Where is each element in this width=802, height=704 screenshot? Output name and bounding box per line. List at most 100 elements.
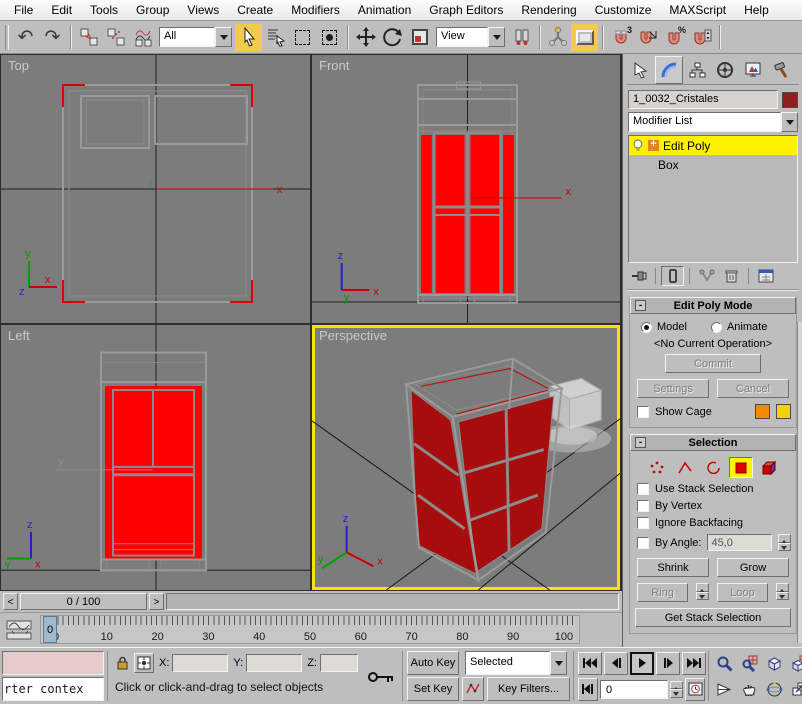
select-by-name-button[interactable] — [262, 24, 289, 51]
key-filter-set-arrow-icon[interactable] — [550, 651, 567, 675]
select-and-move-button[interactable] — [352, 24, 379, 51]
listener-macro-pane[interactable] — [2, 651, 104, 675]
angle-snap-button[interactable] — [634, 24, 661, 51]
menu-customize[interactable]: Customize — [586, 0, 661, 20]
select-and-scale-button[interactable] — [406, 24, 433, 51]
arc-rotate-button[interactable] — [762, 677, 786, 702]
settings-button[interactable]: Settings — [637, 379, 709, 398]
select-object-button[interactable] — [235, 24, 262, 51]
menu-tools[interactable]: Tools — [81, 0, 127, 20]
default-in-out-tangents-button[interactable] — [462, 677, 484, 701]
unlink-selection-button[interactable] — [102, 24, 129, 51]
modifier-list-dropdown[interactable]: Modifier List — [628, 112, 798, 132]
element-subobject-button[interactable] — [757, 457, 781, 478]
stack-item-edit-poly[interactable]: + Edit Poly — [629, 136, 797, 155]
select-and-link-button[interactable] — [75, 24, 102, 51]
zoom-extents-button[interactable] — [762, 651, 786, 676]
tab-motion[interactable] — [711, 56, 739, 84]
viewport-front[interactable]: Front — [312, 55, 620, 323]
maxscript-mini-listener[interactable]: rter contex — [2, 651, 104, 701]
by-angle-checkbox[interactable] — [637, 537, 649, 549]
key-filter-set-dropdown[interactable]: Selected — [465, 651, 567, 675]
bind-to-space-warp-button[interactable] — [129, 24, 156, 51]
y-coordinate-field[interactable] — [246, 654, 302, 672]
animate-radio[interactable] — [711, 322, 722, 333]
pin-stack-button[interactable] — [627, 266, 650, 286]
next-frame-button[interactable] — [656, 652, 680, 675]
field-of-view-button[interactable] — [712, 677, 736, 702]
use-stack-selection-checkbox[interactable] — [637, 483, 649, 495]
selection-filter-arrow-icon[interactable] — [215, 27, 232, 47]
menu-animation[interactable]: Animation — [349, 0, 420, 20]
select-and-manipulate-button[interactable] — [544, 24, 571, 51]
modifier-stack[interactable]: + Edit Poly Box — [628, 135, 798, 263]
time-slider-thumb[interactable]: 0 / 100 — [20, 593, 147, 610]
menu-edit[interactable]: Edit — [42, 0, 81, 20]
ring-button[interactable]: Ring — [637, 583, 688, 602]
percent-snap-button[interactable]: % — [661, 24, 688, 51]
ring-spinner[interactable] — [696, 583, 709, 600]
expand-subobjects-icon[interactable]: + — [648, 140, 659, 151]
zoom-all-button[interactable] — [737, 651, 761, 676]
time-configuration-button[interactable] — [685, 678, 705, 701]
menu-modifiers[interactable]: Modifiers — [282, 0, 349, 20]
key-mode-toggle-button[interactable] — [578, 678, 598, 701]
set-key-button[interactable]: Set Key — [407, 677, 459, 701]
time-slider-track[interactable] — [166, 593, 619, 610]
configure-modifier-sets-button[interactable] — [754, 266, 777, 286]
get-stack-selection-button[interactable]: Get Stack Selection — [635, 608, 791, 627]
make-unique-button[interactable] — [695, 266, 718, 286]
auto-key-button[interactable]: Auto Key — [407, 651, 459, 675]
menu-views[interactable]: Views — [178, 0, 228, 20]
toolbar-handle[interactable] — [5, 25, 9, 50]
edge-subobject-button[interactable] — [673, 457, 697, 478]
current-frame-field[interactable]: 0 — [600, 680, 668, 699]
time-slider-prev-button[interactable]: < — [3, 593, 18, 610]
keyboard-entry-button[interactable] — [365, 665, 397, 689]
coord-system-arrow-icon[interactable] — [488, 27, 505, 47]
rectangular-selection-region-button[interactable] — [289, 24, 316, 51]
track-bar-current-frame-thumb[interactable]: 0 — [43, 616, 57, 643]
listener-output-pane[interactable]: rter contex — [2, 677, 104, 701]
object-name-field[interactable]: 1_0032_Cristales — [628, 90, 778, 109]
menu-rendering[interactable]: Rendering — [512, 0, 585, 20]
spinner-snap-button[interactable] — [688, 24, 715, 51]
menu-maxscript[interactable]: MAXScript — [660, 0, 735, 20]
show-end-result-button[interactable] — [661, 266, 684, 286]
polygon-subobject-button[interactable] — [729, 457, 753, 478]
pan-button[interactable] — [737, 677, 761, 702]
menu-graph-editors[interactable]: Graph Editors — [420, 0, 512, 20]
snap-toggle-button[interactable]: 3 — [607, 24, 634, 51]
border-subobject-button[interactable] — [701, 457, 725, 478]
play-button[interactable] — [630, 652, 654, 675]
previous-frame-button[interactable] — [604, 652, 628, 675]
z-coordinate-field[interactable] — [320, 654, 358, 672]
modifier-list-arrow-icon[interactable] — [781, 112, 798, 132]
loop-spinner[interactable] — [776, 583, 789, 600]
rollout-selection-header[interactable]: - Selection — [630, 434, 796, 451]
menu-file[interactable]: File — [5, 0, 42, 20]
menu-group[interactable]: Group — [127, 0, 178, 20]
cage-selected-color-swatch[interactable] — [776, 404, 791, 419]
tab-display[interactable] — [739, 56, 767, 84]
keyboard-override-toggle-button[interactable] — [571, 24, 598, 51]
by-vertex-checkbox[interactable] — [637, 500, 649, 512]
zoom-button[interactable] — [712, 651, 736, 676]
vertex-subobject-button[interactable] — [645, 457, 669, 478]
ignore-backfacing-checkbox[interactable] — [637, 517, 649, 529]
loop-button[interactable]: Loop — [717, 583, 768, 602]
x-coordinate-field[interactable] — [172, 654, 228, 672]
frame-spinner[interactable] — [670, 681, 683, 698]
min-max-toggle-button[interactable] — [787, 677, 802, 702]
select-and-rotate-button[interactable] — [379, 24, 406, 51]
selection-lock-button[interactable] — [113, 653, 131, 673]
cancel-button[interactable]: Cancel — [717, 379, 789, 398]
show-cage-checkbox[interactable] — [637, 406, 649, 418]
remove-modifier-button[interactable] — [720, 266, 743, 286]
key-filters-button[interactable]: Key Filters... — [487, 677, 570, 701]
commit-button[interactable]: Commit — [665, 354, 761, 373]
by-angle-spinner[interactable] — [778, 534, 791, 551]
cage-color-swatch[interactable] — [755, 404, 770, 419]
open-mini-curve-editor-button[interactable] — [0, 613, 38, 647]
viewport-left[interactable]: Left — [1, 325, 310, 590]
